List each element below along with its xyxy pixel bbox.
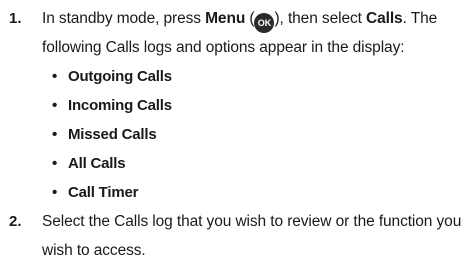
- ok-key-icon: OK: [254, 13, 275, 33]
- step-number: 1.: [9, 10, 22, 27]
- step-number: 2.: [9, 213, 22, 230]
- list-item-label: Call Timer: [68, 184, 139, 201]
- bullet-icon: •: [52, 97, 58, 114]
- list-item-label: Missed Calls: [68, 126, 157, 143]
- calls-menu-label: Calls: [366, 10, 403, 27]
- bullet-icon: •: [52, 184, 58, 201]
- bullet-icon: •: [52, 68, 58, 85]
- step-2-text: Select the Calls log that you wish to re…: [42, 213, 462, 259]
- list-item: • Outgoing Calls: [0, 62, 420, 91]
- document-page: 1. In standby mode, press Menu (OK), the…: [0, 0, 473, 267]
- step-1-text-part: In standby mode, press: [42, 10, 206, 27]
- bullet-icon: •: [52, 126, 58, 143]
- bullet-icon: •: [52, 155, 58, 172]
- list-item: • Incoming Calls: [0, 91, 420, 120]
- list-item: • Missed Calls: [0, 120, 420, 149]
- step-1-text: In standby mode, press Menu (OK), then s…: [42, 4, 470, 62]
- list-item: • Call Timer: [0, 178, 420, 207]
- step-1-text-part: ), then select: [274, 10, 367, 27]
- list-item-label: Outgoing Calls: [68, 68, 172, 85]
- list-item: • All Calls: [0, 149, 420, 178]
- list-item-label: Incoming Calls: [68, 97, 172, 114]
- step-1-text-part: (: [245, 10, 255, 27]
- menu-key-label: Menu: [205, 10, 246, 27]
- list-item-label: All Calls: [68, 155, 126, 172]
